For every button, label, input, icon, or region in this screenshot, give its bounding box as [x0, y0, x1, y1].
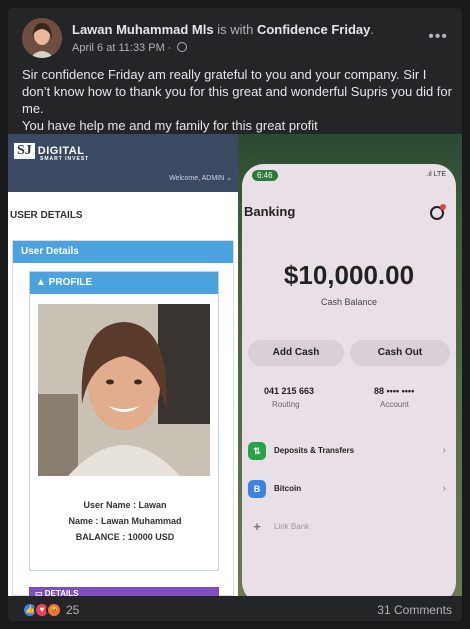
post-text-line: Sir confidence Friday am really grateful… — [22, 67, 452, 116]
post-text: Sir confidence Friday am really grateful… — [22, 66, 452, 134]
author-name[interactable]: Lawan Muhammad Mls — [72, 22, 214, 37]
details-bar: ▭ DETAILS — [29, 587, 219, 596]
list-item-deposits: ⇅ Deposits & Transfers › — [242, 432, 456, 470]
profile-box: ▲ PROFILE User Name: Lawan Name: Lawan… — [29, 271, 219, 571]
angry-icon: 😡 — [46, 602, 62, 618]
profile-icon — [430, 204, 446, 220]
period: . — [370, 22, 374, 37]
routing-label: Routing — [272, 400, 300, 409]
profile-title: ▲ PROFILE — [30, 272, 218, 294]
post-header: Lawan Muhammad Mls is with Confidence Fr… — [22, 18, 452, 66]
welcome-text: Welcome, ADMIN ⌄ — [169, 175, 232, 182]
account-label: Account — [380, 400, 409, 409]
bitcoin-icon: B — [248, 480, 266, 498]
author-line: Lawan Muhammad Mls is with Confidence Fr… — [72, 22, 374, 37]
post-meta: April 6 at 11:33 PM · — [72, 42, 187, 54]
signal-text: LTE — [433, 171, 446, 178]
post-text-line: You have help me and my family for this … — [22, 118, 318, 133]
list-item-label: Bitcoin — [274, 484, 302, 493]
add-cash-button: Add Cash — [248, 340, 344, 366]
phone-photo: 6:46 .ıl LTE Banking $10,000.00 Cash Bal… — [238, 134, 462, 596]
with-text: is with — [217, 22, 254, 37]
transfer-icon: ⇅ — [248, 442, 266, 460]
list-item-label: Link Bank — [274, 522, 310, 531]
post-footer: 👍 ♥ 😡 25 31 Comments — [22, 602, 452, 618]
list-item-bitcoin: B Bitcoin › — [242, 470, 456, 508]
logo-sub: SMART INVEST — [40, 156, 90, 162]
banking-title: Banking — [244, 204, 296, 219]
account-number: 88 •••• •••• — [374, 386, 415, 396]
globe-icon — [176, 42, 187, 52]
plus-icon: + — [253, 519, 261, 534]
cash-out-button: Cash Out — [350, 340, 450, 366]
status-signal: .ıl LTE — [426, 171, 446, 178]
post-timestamp[interactable]: April 6 at 11:33 PM — [72, 42, 165, 54]
cash-balance-label: Cash Balance — [320, 297, 378, 307]
user-name: User Name : Lawan — [83, 500, 167, 510]
user-details-panel: User Details ▲ PROFILE User Name: Lawan… — [12, 240, 234, 596]
logo: SJ DIGITAL SMART INVEST — [14, 142, 89, 162]
tagged-person[interactable]: Confidence Friday — [257, 22, 370, 37]
profile-photo — [38, 304, 210, 476]
profile-info: User Name : Lawan Name : Lawan Muhammad … — [30, 497, 220, 545]
chevron-right-icon: › — [442, 483, 446, 494]
routing-number: 041 215 663 — [264, 386, 315, 396]
reaction-count[interactable]: 25 — [66, 603, 79, 617]
more-dots-icon[interactable]: ••• — [428, 28, 448, 46]
list-item-label: Deposits & Transfers — [274, 446, 355, 455]
post-card: Lawan Muhammad Mls is with Confidence Fr… — [8, 8, 462, 621]
list-item-link-bank: + Link Bank — [242, 508, 456, 546]
dashboard-screenshot: SJ DIGITAL SMART INVEST Welcome, ADMIN ⌄ … — [8, 134, 238, 596]
comments-count[interactable]: 31 Comments — [377, 603, 452, 617]
phone-screen: 6:46 .ıl LTE Banking $10,000.00 Cash Bal… — [242, 164, 456, 596]
signal-icon: .ıl — [426, 171, 434, 178]
dashboard-header: SJ DIGITAL SMART INVEST Welcome, ADMIN ⌄ — [8, 134, 238, 192]
logo-mark: SJ — [14, 143, 35, 159]
meta-dot: · — [167, 42, 172, 54]
chevron-right-icon: › — [442, 445, 446, 456]
full-name: Name : Lawan Muhammad — [68, 516, 182, 526]
balance: BALANCE : 10000 USD — [75, 532, 175, 542]
page-title: USER DETAILS — [10, 210, 83, 221]
post-media[interactable]: SJ DIGITAL SMART INVEST Welcome, ADMIN ⌄ … — [8, 134, 462, 596]
status-time: 6:46 — [252, 170, 278, 181]
author-avatar[interactable] — [22, 18, 62, 58]
panel-title: User Details — [13, 241, 233, 263]
cash-amount: $10,000.00 — [283, 260, 415, 290]
